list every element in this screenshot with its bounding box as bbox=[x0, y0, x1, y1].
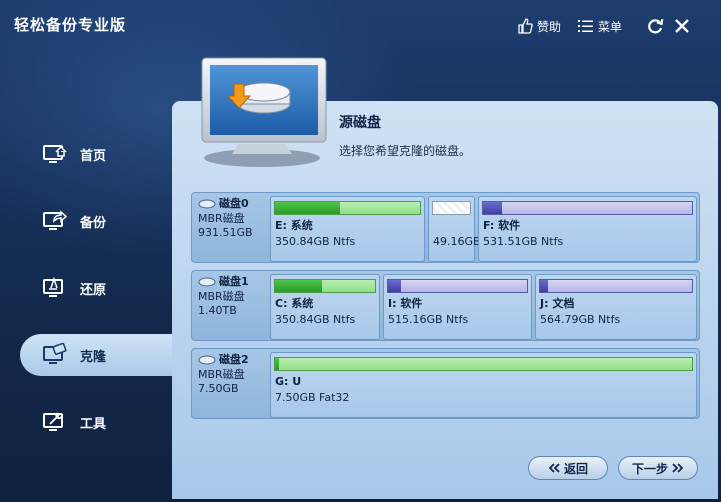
disk-name: 磁盘2 bbox=[219, 353, 249, 366]
thumbs-up-icon bbox=[518, 18, 533, 34]
partition-size: 564.79GB Ntfs bbox=[540, 313, 621, 326]
usage-bar bbox=[274, 357, 693, 371]
sidebar-item-home[interactable]: 首页 bbox=[20, 133, 175, 175]
usage-bar bbox=[482, 201, 693, 215]
sidebar-item-label: 首页 bbox=[80, 148, 107, 164]
partition-label: C: 系统 bbox=[275, 297, 314, 310]
close-button[interactable] bbox=[674, 16, 690, 36]
disk-row-0[interactable]: 磁盘0 MBR磁盘 931.51GB E: 系统 350.84GB Ntfs 4… bbox=[191, 192, 700, 263]
sidebar-item-label: 备份 bbox=[80, 215, 107, 231]
partition-j[interactable]: J: 文档 564.79GB Ntfs bbox=[535, 274, 697, 340]
usage-bar bbox=[539, 279, 693, 293]
partition-size: 49.16GB bbox=[433, 235, 481, 248]
partition-i[interactable]: I: 软件 515.16GB Ntfs bbox=[383, 274, 532, 340]
partition-label: J: 文档 bbox=[540, 297, 575, 310]
partition-label: G: U bbox=[275, 375, 302, 388]
disk-type: MBR磁盘 bbox=[198, 212, 245, 225]
partition-e[interactable]: E: 系统 350.84GB Ntfs bbox=[270, 196, 425, 262]
disk-size: 7.50GB bbox=[198, 382, 239, 395]
disk-name: 磁盘0 bbox=[219, 197, 249, 210]
partition-label: E: 系统 bbox=[275, 219, 313, 232]
disk-type: MBR磁盘 bbox=[198, 290, 245, 303]
partition-f[interactable]: F: 软件 531.51GB Ntfs bbox=[478, 196, 697, 262]
refresh-icon bbox=[648, 19, 664, 34]
app-title: 轻松备份专业版 bbox=[14, 16, 127, 34]
app-window: 轻松备份专业版 赞助 菜单 首页 备份 还原 克隆 工具 源磁盘 选择您希望克隆… bbox=[0, 0, 721, 502]
clone-monitor-icon bbox=[43, 343, 67, 364]
sponsor-button[interactable]: 赞助 bbox=[517, 16, 561, 36]
disk-info: 磁盘2 MBR磁盘 7.50GB bbox=[198, 353, 272, 396]
partition-unallocated[interactable]: 49.16GB bbox=[428, 196, 481, 262]
sidebar-item-clone[interactable]: 克隆 bbox=[20, 334, 175, 376]
menu-button[interactable]: 菜单 bbox=[578, 16, 622, 36]
disk-monitor-icon bbox=[201, 57, 327, 167]
partition-size: 350.84GB Ntfs bbox=[275, 235, 356, 248]
disk-size: 931.51GB bbox=[198, 226, 253, 239]
disk-row-2[interactable]: 磁盘2 MBR磁盘 7.50GB G: U 7.50GB Fat32 bbox=[191, 348, 700, 419]
next-button[interactable]: 下一步 bbox=[618, 456, 698, 480]
sponsor-label: 赞助 bbox=[537, 19, 562, 34]
disk-icon bbox=[198, 199, 216, 209]
menu-list-icon bbox=[578, 20, 593, 32]
partition-label: F: 软件 bbox=[483, 219, 521, 232]
partition-label: I: 软件 bbox=[388, 297, 423, 310]
partition-size: 7.50GB Fat32 bbox=[275, 391, 350, 404]
disk-info: 磁盘0 MBR磁盘 931.51GB bbox=[198, 197, 272, 240]
sidebar-item-restore[interactable]: 还原 bbox=[20, 267, 175, 309]
disk-info: 磁盘1 MBR磁盘 1.40TB bbox=[198, 275, 272, 318]
tools-monitor-icon bbox=[43, 412, 63, 431]
disk-icon bbox=[198, 277, 216, 287]
source-disk-subtitle: 选择您希望克隆的磁盘。 bbox=[339, 144, 472, 158]
partition-g[interactable]: G: U 7.50GB Fat32 bbox=[270, 352, 697, 418]
home-monitor-icon bbox=[43, 145, 67, 163]
restore-monitor-icon bbox=[43, 276, 63, 297]
close-icon bbox=[675, 19, 689, 33]
refresh-button[interactable] bbox=[646, 16, 664, 36]
disk-name: 磁盘1 bbox=[219, 275, 249, 288]
partition-size: 515.16GB Ntfs bbox=[388, 313, 469, 326]
partition-size: 350.84GB Ntfs bbox=[275, 313, 356, 326]
sidebar-item-backup[interactable]: 备份 bbox=[20, 200, 175, 242]
menu-label: 菜单 bbox=[598, 19, 623, 34]
sidebar-item-label: 工具 bbox=[80, 416, 107, 432]
partition-c[interactable]: C: 系统 350.84GB Ntfs bbox=[270, 274, 380, 340]
usage-bar bbox=[432, 201, 471, 215]
back-label: 返回 bbox=[563, 461, 588, 476]
usage-bar bbox=[274, 279, 376, 293]
source-disk-title: 源磁盘 bbox=[339, 115, 381, 131]
disk-icon bbox=[198, 355, 216, 365]
disk-type: MBR磁盘 bbox=[198, 368, 245, 381]
sidebar-item-tools[interactable]: 工具 bbox=[20, 401, 175, 443]
title-bar: 轻松备份专业版 赞助 菜单 bbox=[0, 0, 721, 50]
disk-row-1[interactable]: 磁盘1 MBR磁盘 1.40TB C: 系统 350.84GB Ntfs I: … bbox=[191, 270, 700, 341]
disk-size: 1.40TB bbox=[198, 304, 237, 317]
usage-bar bbox=[387, 279, 528, 293]
sidebar-item-label: 克隆 bbox=[80, 349, 107, 365]
sidebar-item-label: 还原 bbox=[80, 282, 107, 298]
partition-size: 531.51GB Ntfs bbox=[483, 235, 564, 248]
usage-bar bbox=[274, 201, 421, 215]
next-label: 下一步 bbox=[631, 461, 668, 476]
back-button[interactable]: 返回 bbox=[528, 456, 608, 480]
double-chevron-left-icon bbox=[548, 463, 560, 473]
backup-monitor-icon bbox=[43, 210, 68, 230]
double-chevron-right-icon bbox=[672, 463, 684, 473]
